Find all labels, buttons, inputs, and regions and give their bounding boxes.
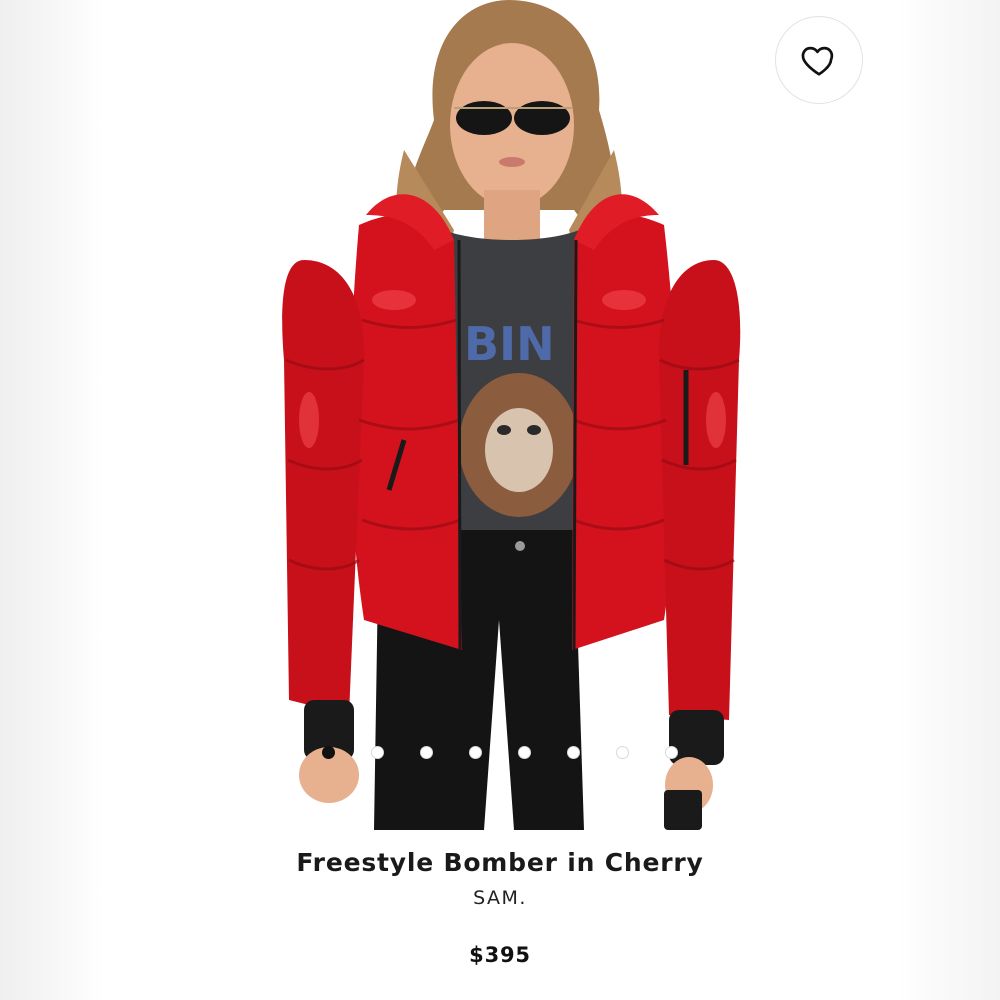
carousel-dot-8[interactable] xyxy=(665,746,678,759)
brand-name[interactable]: SAM. xyxy=(0,887,1000,909)
image-carousel-dots xyxy=(0,746,1000,766)
carousel-dot-7[interactable] xyxy=(616,746,629,759)
svg-text:BIN: BIN xyxy=(464,317,555,371)
product-title[interactable]: Freestyle Bomber in Cherry xyxy=(0,848,1000,877)
product-price: $395 xyxy=(469,943,531,967)
carousel-dot-6[interactable] xyxy=(567,746,580,759)
favorite-button[interactable] xyxy=(775,16,863,104)
carousel-dot-4[interactable] xyxy=(469,746,482,759)
heart-outline-icon xyxy=(801,46,834,76)
carousel-dot-3[interactable] xyxy=(420,746,433,759)
carousel-dot-2[interactable] xyxy=(371,746,384,759)
product-image[interactable]: BIN xyxy=(104,0,896,830)
carousel-dot-5[interactable] xyxy=(518,746,531,759)
product-page: BIN Freestyle Bomber in Cherry SAM. $395 xyxy=(0,0,1000,1000)
product-photo-illustration: BIN xyxy=(282,0,741,830)
carousel-dot-1[interactable] xyxy=(322,746,335,759)
